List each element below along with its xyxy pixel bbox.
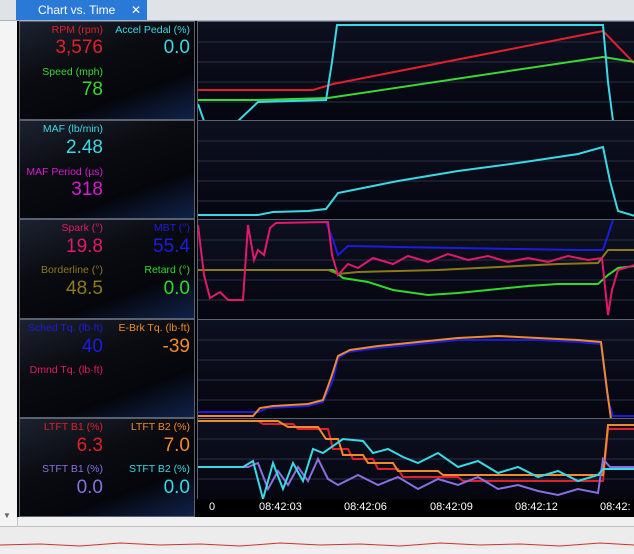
stft-b1-value: 0.0: [76, 477, 103, 498]
series-sched-torque: [198, 339, 634, 417]
spark-label: Spark (°): [61, 222, 103, 234]
sched-torque-value: 40: [81, 336, 103, 357]
maf-period-value: 318: [71, 179, 103, 200]
rpm-label: RPM (rpm): [51, 24, 103, 36]
rpm-value: 3,576: [55, 37, 103, 58]
tab-chart-vs-time[interactable]: Chart vs. Time ✕: [16, 0, 147, 20]
maf-value: 2.48: [66, 137, 103, 158]
speed-label: Speed (mph): [42, 66, 103, 78]
parameter-panel-fuel-trim[interactable]: LTFT B1 (%) 6.3 LTFT B2 (%) 7.0 STFT B1 …: [19, 418, 195, 517]
plot-rpm[interactable]: [197, 21, 634, 120]
chart-row-fuel-trim: LTFT B1 (%) 6.3 LTFT B2 (%) 7.0 STFT B1 …: [17, 418, 634, 517]
e-brk-torque-value: -39: [162, 336, 190, 357]
plot-spark-svg: [198, 220, 634, 316]
maf-period-label: MAF Period (µs): [26, 166, 103, 178]
bottom-trace: [0, 542, 634, 547]
bottom-strip: [0, 526, 634, 549]
time-tick-2: 08:42:06: [344, 501, 387, 513]
ltft-b1-label: LTFT B1 (%): [43, 421, 103, 433]
plot-fuel-trim[interactable]: [197, 418, 634, 499]
tab-bar: Chart vs. Time ✕: [0, 0, 634, 21]
parameter-panel-maf[interactable]: MAF (lb/min) 2.48 MAF Period (µs) 318: [19, 120, 195, 219]
parameter-panel-rpm[interactable]: RPM (rpm) 3,576 Accel Pedal (%) 0.0 Spee…: [19, 21, 195, 120]
series-e-brk-torque: [198, 334, 634, 418]
bottom-trace-svg: [0, 542, 634, 547]
close-icon[interactable]: ✕: [129, 0, 143, 20]
plot-maf[interactable]: [197, 120, 634, 219]
dmnd-torque-label: Dmnd Tq. (lb·ft): [29, 364, 103, 376]
time-tick-0: 0: [209, 501, 216, 513]
retard-value: 0.0: [163, 278, 190, 299]
ltft-b1-value: 6.3: [76, 435, 103, 456]
parameter-panel-spark[interactable]: Spark (°) 19.8 MBT (°) 55.4 Borderline (…: [19, 219, 195, 319]
stft-b2-label: STFT B2 (%): [128, 463, 190, 475]
borderline-label: Borderline (°): [41, 264, 103, 276]
chart-area: RPM (rpm) 3,576 Accel Pedal (%) 0.0 Spee…: [17, 21, 634, 517]
borderline-value: 48.5: [66, 278, 103, 299]
accel-pedal-label: Accel Pedal (%): [115, 24, 190, 36]
chart-row-torque: Sched Tq. (lb·ft) 40 E-Brk Tq. (lb·ft) -…: [17, 319, 634, 418]
stft-b1-label: STFT B1 (%): [41, 463, 103, 475]
plot-fuel-trim-svg: [198, 420, 634, 499]
plot-rpm-svg: [198, 24, 634, 120]
retard-label: Retard (°): [144, 264, 190, 276]
speed-value: 78: [81, 79, 103, 100]
parameter-panel-torque[interactable]: Sched Tq. (lb·ft) 40 E-Brk Tq. (lb·ft) -…: [19, 319, 195, 418]
plot-torque[interactable]: [197, 319, 634, 418]
series-mbt: [325, 220, 614, 257]
plot-spark[interactable]: [197, 219, 634, 319]
chart-row-spark: Spark (°) 19.8 MBT (°) 55.4 Borderline (…: [17, 219, 634, 319]
mbt-label: MBT (°): [153, 222, 190, 234]
series-spark: [198, 220, 634, 316]
accel-pedal-value: 0.0: [163, 37, 190, 58]
series-ltft-b2: [198, 420, 634, 476]
series-accel-pedal: [198, 24, 634, 120]
left-side-strip: ▼: [0, 21, 18, 526]
tab-title: Chart vs. Time: [38, 3, 116, 17]
time-tick-1: 08:42:03: [259, 501, 302, 513]
series-stft-b2: [198, 437, 634, 499]
series-speed: [198, 55, 634, 101]
stft-b2-value: 0.0: [163, 477, 190, 498]
plot-torque-svg: [198, 334, 634, 418]
time-tick-5: 08:42:: [600, 501, 631, 513]
spark-value: 19.8: [66, 236, 103, 257]
time-tick-3: 08:42:09: [430, 501, 473, 513]
mbt-value: 55.4: [153, 236, 190, 257]
time-axis: 0 08:42:03 08:42:06 08:42:09 08:42:12 08…: [197, 499, 634, 517]
scroll-down-icon[interactable]: ▼: [3, 511, 11, 520]
sched-torque-label: Sched Tq. (lb·ft): [27, 322, 103, 334]
time-tick-4: 08:42:12: [515, 501, 558, 513]
ltft-b2-value: 7.0: [163, 435, 190, 456]
plot-maf-svg: [198, 140, 634, 217]
chart-row-maf: MAF (lb/min) 2.48 MAF Period (µs) 318: [17, 120, 634, 219]
ltft-b2-label: LTFT B2 (%): [130, 421, 190, 433]
series-rpm: [198, 29, 634, 91]
chart-row-rpm: RPM (rpm) 3,576 Accel Pedal (%) 0.0 Spee…: [17, 21, 634, 120]
maf-label: MAF (lb/min): [42, 123, 103, 135]
e-brk-torque-label: E-Brk Tq. (lb·ft): [118, 322, 190, 334]
